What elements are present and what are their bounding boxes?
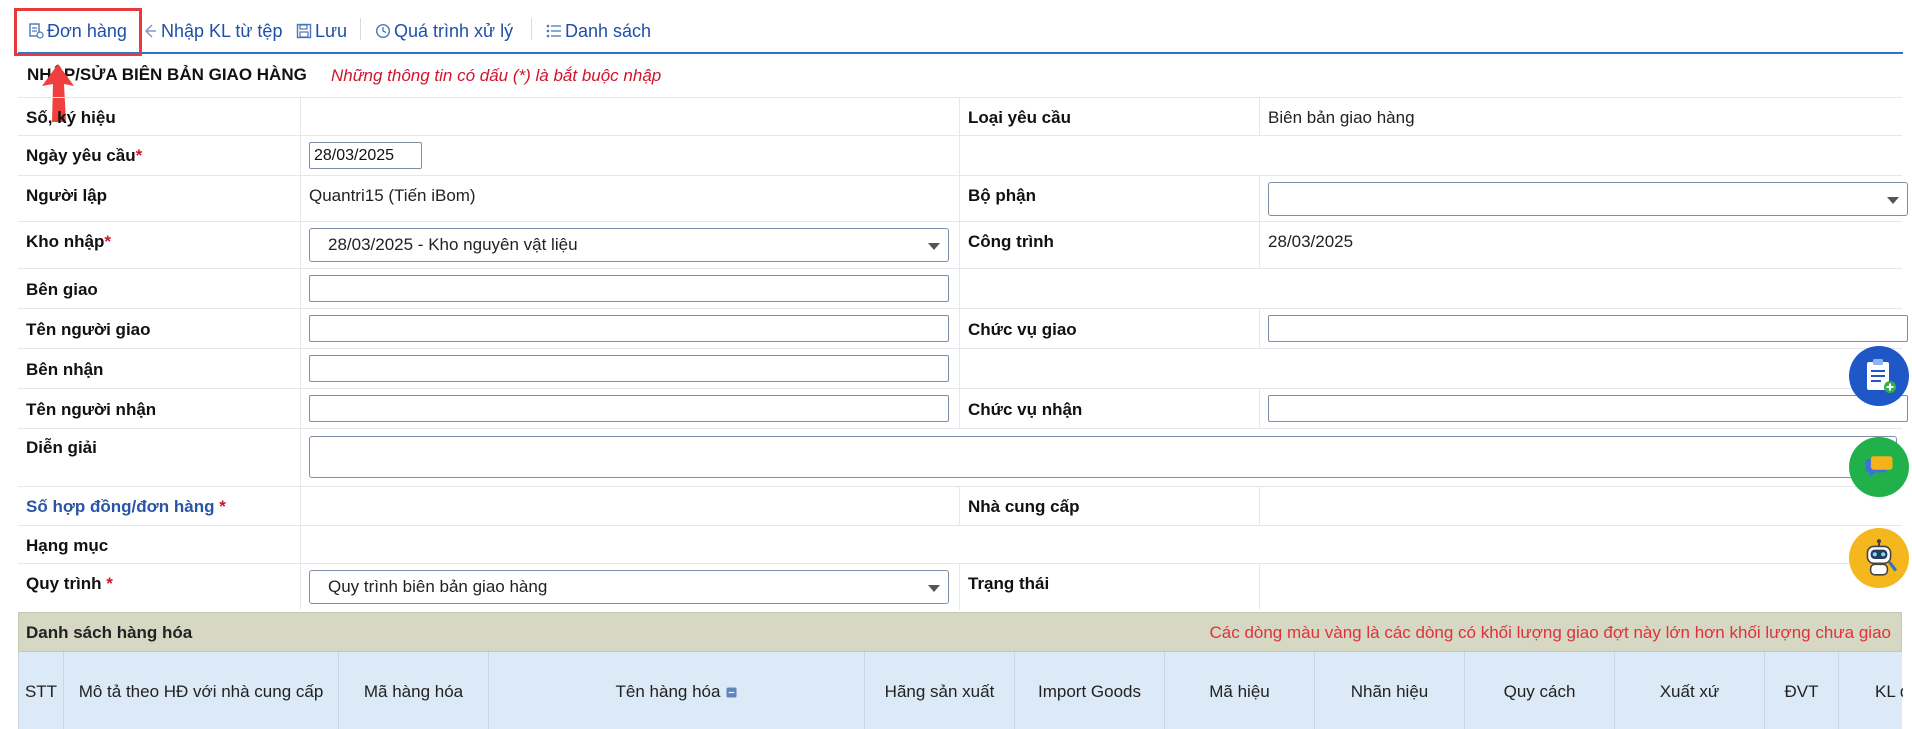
- column-header: Hãng sản xuất: [865, 652, 1015, 729]
- filter-icon[interactable]: [726, 686, 737, 698]
- robot-assistant-fab[interactable]: [1849, 528, 1909, 588]
- toolbar-import-button[interactable]: Nhập KL từ tệp: [142, 16, 282, 46]
- column-header: Mã hàng hóa: [339, 652, 489, 729]
- loai-yeu-cau-label: Loại yêu cầu: [968, 108, 1071, 127]
- chuc-vu-nhan-input[interactable]: [1268, 395, 1908, 422]
- form-row: Kho nhập* 28/03/2025 - Kho nguyên vật li…: [18, 221, 1902, 268]
- column-header: Import Goods: [1015, 652, 1165, 729]
- form-row: Quy trình * Quy trình biên bản giao hàng…: [18, 563, 1902, 610]
- toolbar: Đơn hàng Nhập KL từ tệp Lưu Quá trình xử…: [14, 8, 1903, 56]
- toolbar-separator: [531, 18, 532, 40]
- goods-note: Các dòng màu vàng là các dòng có khối lư…: [1209, 623, 1891, 642]
- chuc-vu-giao-input[interactable]: [1268, 315, 1908, 342]
- toolbar-order-button[interactable]: Đơn hàng: [28, 16, 127, 46]
- toolbar-list-button[interactable]: Danh sách: [546, 16, 651, 46]
- goods-title: Danh sách hàng hóa: [26, 623, 193, 642]
- cong-trinh-value: 28/03/2025: [1268, 232, 1354, 251]
- goods-section-header: Danh sách hàng hóa Các dòng màu vàng là …: [18, 612, 1902, 652]
- chuc-vu-nhan-label: Chức vụ nhận: [968, 400, 1083, 419]
- form-row: Tên người nhận Chức vụ nhận: [18, 388, 1908, 428]
- chevron-down-icon: [928, 243, 940, 250]
- quy-trinh-select[interactable]: Quy trình biên bản giao hàng: [309, 570, 949, 604]
- ben-nhan-label: Bên nhận: [26, 360, 104, 379]
- column-header: Mô tả theo HĐ với nhà cung cấp: [64, 652, 339, 729]
- ten-nguoi-nhan-input[interactable]: [309, 395, 949, 422]
- ten-nguoi-giao-input[interactable]: [309, 315, 949, 342]
- dien-giai-label: Diễn giải: [26, 438, 97, 457]
- ben-nhan-input[interactable]: [309, 355, 949, 382]
- toolbar-list-label: Danh sách: [565, 20, 652, 41]
- column-header: Mã hiệu: [1165, 652, 1315, 729]
- required-note: Những thông tin có dấu (*) là bắt buộc n…: [331, 66, 662, 85]
- form-row: Bên nhận: [18, 348, 1902, 388]
- chevron-down-icon: [928, 585, 940, 592]
- form-row: Số hợp đồng/đơn hàng * Nhà cung cấp: [18, 486, 1902, 525]
- chuc-vu-giao-label: Chức vụ giao: [968, 320, 1077, 339]
- chat-icon: [1865, 456, 1893, 477]
- robot-icon: [1866, 539, 1898, 576]
- nha-cung-cap-label: Nhà cung cấp: [968, 497, 1080, 516]
- kho-nhap-select[interactable]: 28/03/2025 - Kho nguyên vật liệu: [309, 228, 949, 262]
- column-header: ĐVT: [1765, 652, 1839, 729]
- quy-trinh-label: Quy trình *: [26, 574, 113, 593]
- form-row: Bên giao: [18, 268, 1902, 308]
- dien-giai-textarea[interactable]: [309, 436, 1897, 478]
- nguoi-lap-value: Quantri15 (Tiến iBom): [309, 186, 476, 205]
- ten-nguoi-giao-label: Tên người giao: [26, 320, 151, 339]
- import-icon: [145, 24, 156, 38]
- form-row: Tên người giao Chức vụ giao: [18, 308, 1908, 348]
- form-row: Diễn giải: [18, 428, 1902, 486]
- toolbar-history-button[interactable]: Quá trình xử lý: [375, 16, 513, 46]
- ngay-yeu-cau-input[interactable]: 28/03/2025: [309, 142, 422, 169]
- so-hop-dong-label[interactable]: Số hợp đồng/đơn hàng *: [26, 497, 226, 517]
- clipboard-add-icon: [1867, 359, 1896, 393]
- form-row: Ngày yêu cầu* 28/03/2025: [18, 135, 1902, 175]
- ngay-yeu-cau-label: Ngày yêu cầu*: [26, 146, 143, 165]
- order-icon: [29, 23, 44, 39]
- bo-phan-select[interactable]: [1268, 182, 1908, 216]
- ben-giao-label: Bên giao: [26, 280, 98, 299]
- history-icon: [375, 23, 391, 39]
- column-header: Xuất xứ: [1615, 652, 1765, 729]
- form-row: Số, ký hiệu Loại yêu cầu Biên bản giao h…: [18, 97, 1902, 135]
- nguoi-lap-label: Người lập: [26, 186, 108, 205]
- trang-thai-label: Trạng thái: [968, 574, 1050, 593]
- new-document-fab[interactable]: [1849, 346, 1909, 406]
- cong-trinh-label: Công trình: [968, 232, 1054, 251]
- toolbar-import-label: Nhập KL từ tệp: [161, 20, 283, 41]
- column-header: Nhãn hiệu: [1315, 652, 1465, 729]
- chevron-down-icon: [1887, 197, 1899, 204]
- ten-nguoi-nhan-label: Tên người nhận: [26, 400, 157, 419]
- column-header: STT: [19, 652, 64, 729]
- delivery-form: Số, ký hiệu Loại yêu cầu Biên bản giao h…: [18, 97, 1908, 610]
- goods-table-header: STT Mô tả theo HĐ với nhà cung cấp Mã hà…: [18, 652, 1903, 729]
- loai-yeu-cau-value: Biên bản giao hàng: [1268, 108, 1415, 127]
- ben-giao-input[interactable]: [309, 275, 949, 302]
- toolbar-history-label: Quá trình xử lý: [394, 20, 514, 41]
- chat-fab[interactable]: [1849, 437, 1909, 497]
- toolbar-order-label: Đơn hàng: [47, 20, 127, 41]
- form-row: Hạng mục: [18, 525, 1902, 563]
- save-icon: [296, 23, 312, 39]
- list-icon: [546, 24, 561, 38]
- so-ky-hieu-label: Số, ký hiệu: [26, 108, 116, 127]
- hang-muc-label: Hạng mục: [26, 536, 109, 555]
- form-row: Người lập Quantri15 (Tiến iBom) Bộ phận: [18, 175, 1908, 221]
- bo-phan-label: Bộ phận: [968, 186, 1036, 205]
- kho-nhap-label: Kho nhập*: [26, 232, 112, 251]
- toolbar-save-label: Lưu: [315, 20, 348, 41]
- toolbar-separator: [360, 18, 361, 40]
- column-header: KL đặt N(: [1875, 682, 1903, 701]
- column-header[interactable]: Tên hàng hóa: [489, 652, 865, 729]
- toolbar-save-button[interactable]: Lưu: [296, 16, 347, 46]
- column-header: Quy cách: [1465, 652, 1615, 729]
